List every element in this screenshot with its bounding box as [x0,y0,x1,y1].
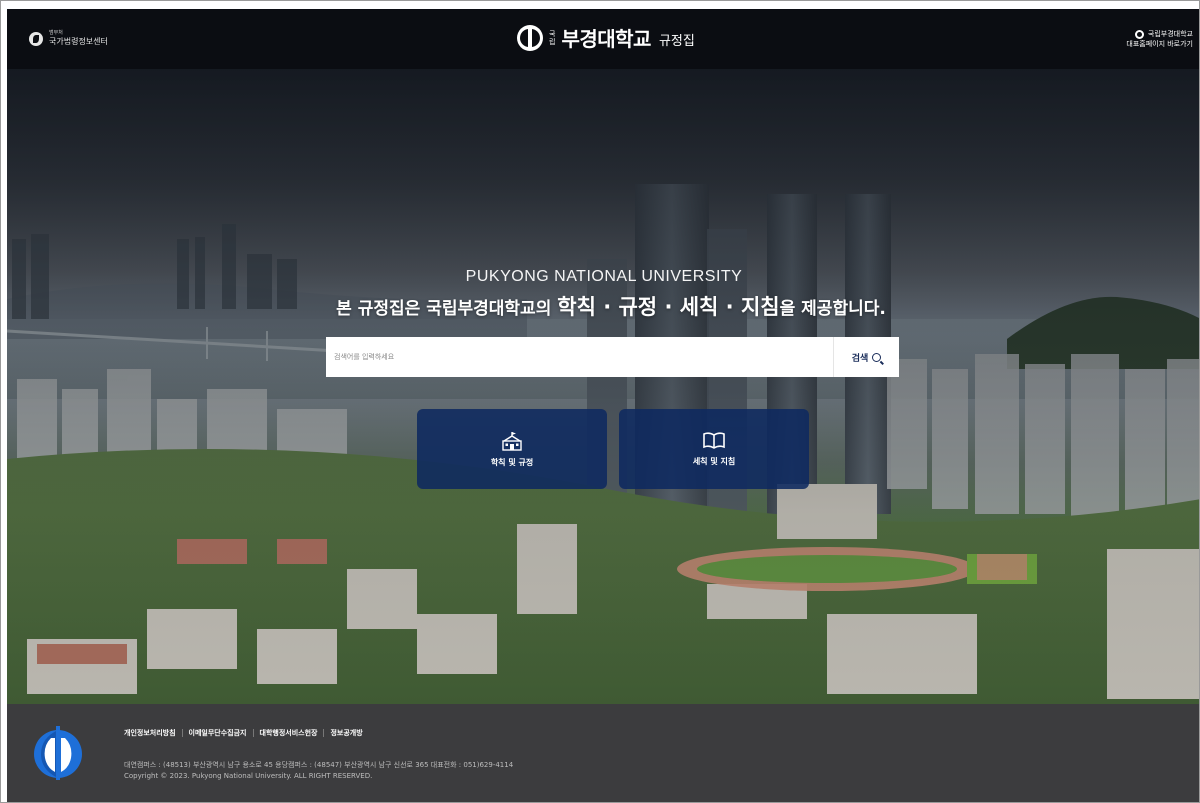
hero-title-pre: 본 규정집은 국립부경대학교의 [336,299,558,319]
hero-title: 본 규정집은 국립부경대학교의 학칙 · 규정 · 세칙 · 지침을 제공합니다… [7,291,1199,321]
search-bar: 검색 [326,337,899,377]
university-emblem-icon [517,24,543,51]
footer-link-divider [323,729,325,737]
university-name: 부경대학교 [561,27,651,51]
law-center-link[interactable]: 범부처 국가법령정보센터 [29,31,108,46]
footer-link-divider [181,729,183,737]
home-link-line2: 대표홈페이지 바로가기 [1126,40,1193,48]
hero-title-post: 을 제공합니다. [779,299,886,319]
hero-section: PUKYONG NATIONAL UNIVERSITY 본 규정집은 국립부경대… [7,69,1199,704]
university-emblem-icon [34,726,82,780]
brand-prefix-bottom: 립 [549,37,556,46]
hero-title-emphasis: 학칙 · 규정 · 세칙 · 지침 [557,295,780,319]
law-center-label: 국가법령정보센터 [49,37,108,46]
top-header: 범부처 국가법령정보센터 국 립 부경대학교 규정집 국립부경대학교 대표홈페이… [7,9,1199,69]
footer-link-divider [252,729,254,737]
search-input[interactable] [326,337,833,377]
rules-card-label: 학칙 및 규정 [490,457,534,467]
search-button-label: 검색 [851,353,869,364]
site-brand[interactable]: 국 립 부경대학교 규정집 [517,23,695,52]
footer-copyright: Copyright © 2023. Pukyong National Unive… [124,772,373,780]
bylaws-card-label: 세칙 및 지침 [692,456,736,466]
home-link-line1: 국립부경대학교 [1147,30,1193,38]
bylaws-and-guidelines-card[interactable]: 세칙 및 지침 [619,409,809,489]
email-collection-ban-link[interactable]: 이메일무단수집금지 [189,728,247,738]
search-icon [872,352,882,362]
law-center-logo-icon [29,31,43,46]
information-disclosure-link[interactable]: 정보공개방 [330,728,362,738]
law-center-text: 범부처 국가법령정보센터 [49,31,108,46]
search-button[interactable]: 검색 [833,337,899,377]
footer-address: 대연캠퍼스 : (48513) 부산광역시 남구 용소로 45 용당캠퍼스 : … [124,761,514,769]
main-homepage-link[interactable]: 국립부경대학교 대표홈페이지 바로가기 [1126,29,1193,49]
rules-and-regulations-card[interactable]: 학칙 및 규정 [417,409,607,489]
school-building-icon [502,431,522,451]
law-center-small-label: 범부처 [49,30,63,36]
university-logo-icon [1134,29,1144,39]
site-footer: 개인정보처리방침 이메일무단수집금지 대학행정서비스헌장 정보공개방 대연캠퍼스… [7,704,1199,802]
hero-eyebrow: PUKYONG NATIONAL UNIVERSITY [465,268,743,285]
privacy-policy-link[interactable]: 개인정보처리방침 [124,728,176,738]
page: 범부처 국가법령정보센터 국 립 부경대학교 규정집 국립부경대학교 대표홈페이… [0,0,1200,803]
footer-info: 대연캠퍼스 : (48513) 부산광역시 남구 용소로 45 용당캠퍼스 : … [124,760,513,782]
brand-prefix: 국 립 [549,30,555,46]
open-book-icon [703,431,725,449]
site-subtitle: 규정집 [658,34,695,49]
footer-links: 개인정보처리방침 이메일무단수집금지 대학행정서비스헌장 정보공개방 [124,728,363,738]
brand-prefix-top: 국 [549,29,556,38]
hero-overlay [7,69,1199,704]
service-charter-link[interactable]: 대학행정서비스헌장 [260,728,318,738]
